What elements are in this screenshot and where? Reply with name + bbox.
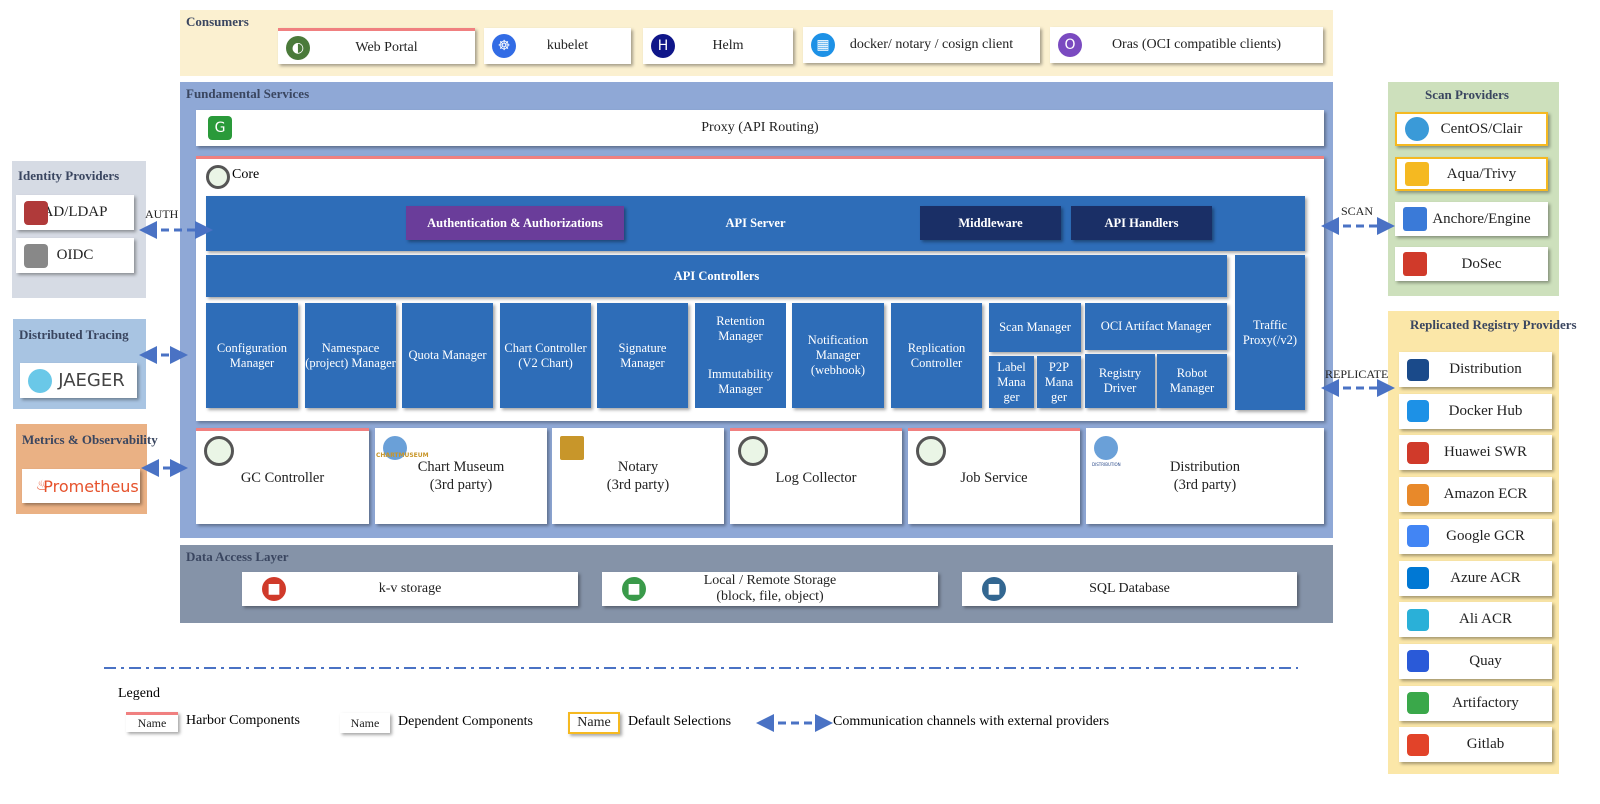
connectors — [104, 217, 1395, 732]
